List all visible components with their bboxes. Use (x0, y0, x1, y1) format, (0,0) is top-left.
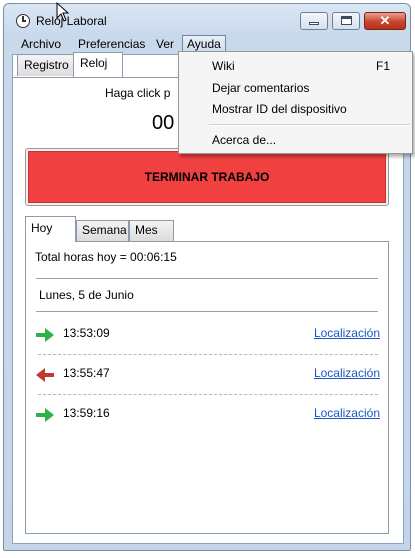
summary-tabs: Hoy Semana Mes Total horas hoy = 00:06:1… (25, 216, 389, 534)
window-title: Reloj Laboral (36, 14, 107, 28)
time-entry-row: 13:53:09 Localización (26, 326, 388, 346)
menu-item-shortcut: F1 (375, 59, 390, 73)
menu-item-label: Acerca de... (212, 133, 277, 147)
arrow-left-icon (36, 368, 54, 382)
start-hint-text: Haga click p (105, 86, 171, 100)
date-heading: Lunes, 5 de Junio (39, 288, 134, 302)
divider (36, 311, 378, 312)
dashed-divider (38, 394, 378, 395)
location-link[interactable]: Localización (314, 406, 380, 420)
help-dropdown-menu: Wiki F1 Dejar comentarios Mostrar ID del… (178, 51, 413, 154)
maximize-icon (341, 16, 352, 25)
location-link[interactable]: Localización (314, 326, 380, 340)
menu-ver[interactable]: Ver (152, 36, 178, 52)
maximize-button[interactable] (332, 12, 360, 30)
tab-semana[interactable]: Semana (76, 220, 129, 241)
time-entry-row: 13:55:47 Localización (26, 366, 388, 386)
elapsed-timer: 00 (152, 112, 175, 134)
today-panel: Total horas hoy = 00:06:15 Lunes, 5 de J… (25, 241, 389, 534)
entry-time: 13:53:09 (63, 326, 110, 340)
dashed-divider (38, 354, 378, 355)
menu-item-label: Dejar comentarios (212, 81, 310, 95)
clock-icon (16, 14, 30, 28)
tab-mes[interactable]: Mes (129, 220, 174, 241)
close-button[interactable]: ✕ (364, 12, 406, 30)
menu-item-feedback[interactable]: Dejar comentarios (179, 78, 412, 98)
entry-time: 13:55:47 (63, 366, 110, 380)
menu-item-device-id[interactable]: Mostrar ID del dispositivo (179, 99, 412, 119)
menu-item-label: Mostrar ID del dispositivo (212, 102, 347, 116)
arrow-right-icon (36, 408, 54, 422)
menu-preferencias[interactable]: Preferencias (74, 36, 149, 52)
tab-reloj[interactable]: Reloj (73, 52, 123, 77)
minimize-icon (309, 22, 319, 25)
arrow-right-icon (36, 328, 54, 342)
close-icon: ✕ (379, 13, 391, 28)
stop-button-frame: TERMINAR TRABAJO (25, 148, 389, 206)
minimize-button[interactable] (300, 12, 328, 30)
location-link[interactable]: Localización (314, 366, 380, 380)
tab-registro[interactable]: Registro (17, 54, 76, 76)
menu-item-about[interactable]: Acerca de... (179, 130, 412, 150)
menu-item-wiki[interactable]: Wiki F1 (179, 56, 412, 76)
total-hours-text: Total horas hoy = 00:06:15 (35, 250, 177, 264)
stop-work-button[interactable]: TERMINAR TRABAJO (28, 151, 386, 203)
menu-separator (209, 124, 410, 126)
tab-hoy[interactable]: Hoy (25, 216, 76, 242)
entry-time: 13:59:16 (63, 406, 110, 420)
divider (36, 278, 378, 279)
menu-item-label: Wiki (212, 59, 235, 73)
menu-archivo[interactable]: Archivo (17, 36, 65, 52)
mouse-cursor-icon (56, 2, 70, 22)
time-entry-row: 13:59:16 Localización (26, 406, 388, 426)
